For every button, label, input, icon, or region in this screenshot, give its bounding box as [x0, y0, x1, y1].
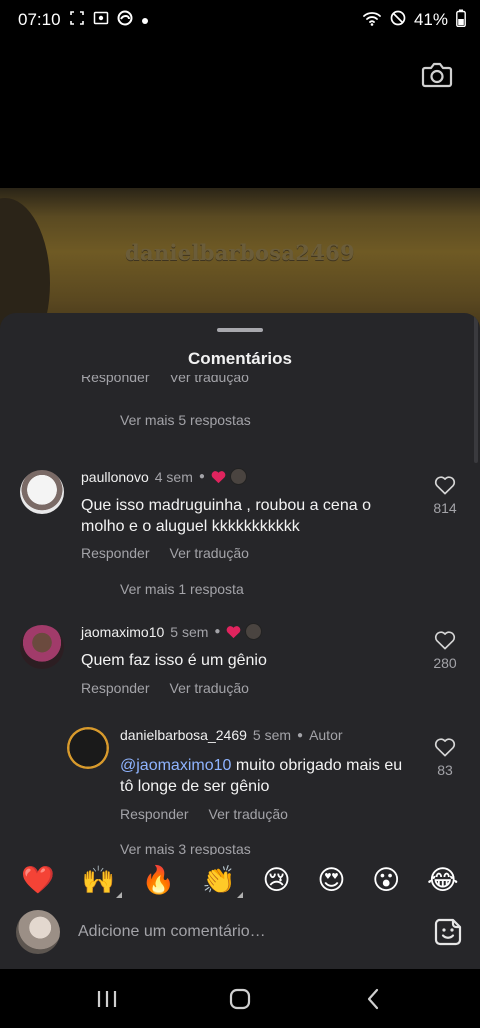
like-button[interactable]: 83 [425, 737, 465, 778]
status-time: 07:10 [18, 10, 61, 29]
emoji-laughing[interactable]: 😂 [427, 867, 459, 894]
view-more-replies-button[interactable]: Ver mais 5 respostas [120, 412, 251, 428]
like-button[interactable]: 280 [425, 630, 465, 671]
like-count: 814 [433, 500, 457, 516]
emoji-raised-hands-glyph: 🙌 [81, 864, 116, 896]
reply-button[interactable]: Responder [81, 375, 150, 385]
reply-actions: Responder Ver tradução [120, 806, 288, 822]
translate-button[interactable]: Ver tradução [209, 806, 288, 822]
home-icon [229, 988, 251, 1009]
comment-header: jaomaximo10 5 sem ● [81, 623, 263, 640]
creator-liked-heart-icon [227, 625, 241, 638]
system-nav-bar [0, 969, 480, 1028]
emoji-clapping[interactable]: 👏 [202, 864, 243, 898]
separator-dot: ● [297, 729, 304, 741]
comment-text: Que isso madruguinha , roubou a cena o m… [81, 497, 371, 535]
screen-record-icon [93, 10, 109, 30]
edge-icon [117, 10, 133, 30]
translate-button[interactable]: Ver tradução [170, 680, 249, 696]
skin-tone-indicator-icon [116, 891, 123, 898]
avatar[interactable] [20, 625, 64, 669]
avatar[interactable] [20, 470, 64, 514]
creator-avatar-icon [229, 468, 247, 485]
comment-time: 4 sem [154, 468, 193, 485]
comment-header: paullonovo 4 sem ● [81, 468, 247, 485]
home-button[interactable] [210, 979, 270, 1019]
heart-outline-icon [434, 738, 456, 757]
separator-dot: ● [198, 471, 205, 482]
comment-input[interactable] [78, 923, 432, 941]
comments-sheet: Comentários Responder Ver tradução Ver m… [0, 313, 480, 969]
reply-username[interactable]: danielbarbosa_2469 [120, 727, 247, 743]
creator-liked-heart-icon [211, 470, 226, 483]
emoji-crying[interactable]: 😢 [263, 867, 291, 894]
partial-comment-actions: Responder Ver tradução [81, 375, 249, 385]
emoji-surprised[interactable]: 😮 [372, 867, 400, 894]
emoji-raised-hands[interactable]: 🙌 [81, 864, 123, 898]
comment-time: 5 sem [170, 623, 209, 640]
recent-apps-icon [97, 990, 116, 1007]
heart-outline-icon [434, 476, 456, 495]
video-watermark: danielbarbosa2469 [125, 240, 355, 265]
comment-actions: Responder Ver tradução [81, 545, 249, 561]
sheet-drag-handle[interactable] [217, 328, 263, 332]
emoji-fire[interactable]: 🔥 [142, 867, 176, 894]
view-more-replies-button[interactable]: Ver mais 3 respostas [120, 841, 251, 855]
battery-icon [456, 9, 466, 31]
emoji-heart[interactable]: ❤️ [21, 867, 55, 894]
emoji-clapping-glyph: 👏 [202, 864, 236, 896]
translate-button[interactable]: Ver tradução [170, 375, 249, 385]
like-count: 83 [437, 762, 453, 778]
like-count: 280 [433, 655, 457, 671]
comment-actions: Responder Ver tradução [81, 680, 249, 696]
comments-list[interactable]: Responder Ver tradução Ver mais 5 respos… [0, 375, 480, 855]
current-user-avatar [16, 910, 60, 954]
separator-dot: ● [214, 626, 221, 637]
back-icon [368, 988, 379, 1009]
comment-composer [0, 907, 480, 957]
reply-button[interactable]: Responder [81, 680, 150, 696]
video-player[interactable]: danielbarbosa2469 [0, 40, 480, 340]
comment-username[interactable]: jaomaximo10 [81, 624, 164, 640]
like-button[interactable]: 814 [425, 475, 465, 516]
emoji-reaction-bar: ❤️ 🙌 🔥 👏 😢 😍 😮 😂 [0, 858, 480, 902]
sheet-title: Comentários [188, 349, 292, 368]
emoji-heart-eyes[interactable]: 😍 [317, 867, 345, 894]
camera-icon [421, 62, 453, 88]
battery-percent: 41% [413, 10, 448, 29]
reply-button[interactable]: Responder [81, 545, 150, 561]
status-left: 07:10 [18, 10, 149, 30]
author-badge: Autor [309, 727, 343, 743]
recent-apps-button[interactable] [77, 979, 137, 1019]
reply-header: danielbarbosa_2469 5 sem ● Autor [120, 727, 343, 743]
notification-dot-icon [141, 12, 149, 29]
comment-text: Quem faz isso é um gênio [81, 652, 267, 669]
status-bar: 07:10 41% [0, 0, 480, 40]
reply-time: 5 sem [252, 727, 292, 743]
back-button[interactable] [343, 979, 403, 1019]
wifi-icon [362, 10, 382, 30]
author-avatar[interactable] [67, 727, 109, 769]
do-not-disturb-icon [390, 10, 406, 30]
sticker-button[interactable] [432, 916, 464, 948]
reply-text: @jaomaximo10 muito obrigado mais eu tô l… [120, 755, 410, 797]
status-right: 41% [362, 9, 466, 31]
sticker-icon [434, 918, 462, 946]
view-more-replies-button[interactable]: Ver mais 1 resposta [120, 581, 244, 597]
heart-outline-icon [434, 631, 456, 650]
screenshot-icon [69, 10, 85, 30]
creator-avatar-icon [245, 623, 263, 640]
translate-button[interactable]: Ver tradução [170, 545, 249, 561]
mention-link[interactable]: @jaomaximo10 [120, 757, 231, 774]
skin-tone-indicator-icon [236, 891, 243, 898]
reply-button[interactable]: Responder [120, 806, 189, 822]
camera-button[interactable] [416, 54, 458, 96]
comment-username[interactable]: paullonovo [81, 469, 149, 485]
